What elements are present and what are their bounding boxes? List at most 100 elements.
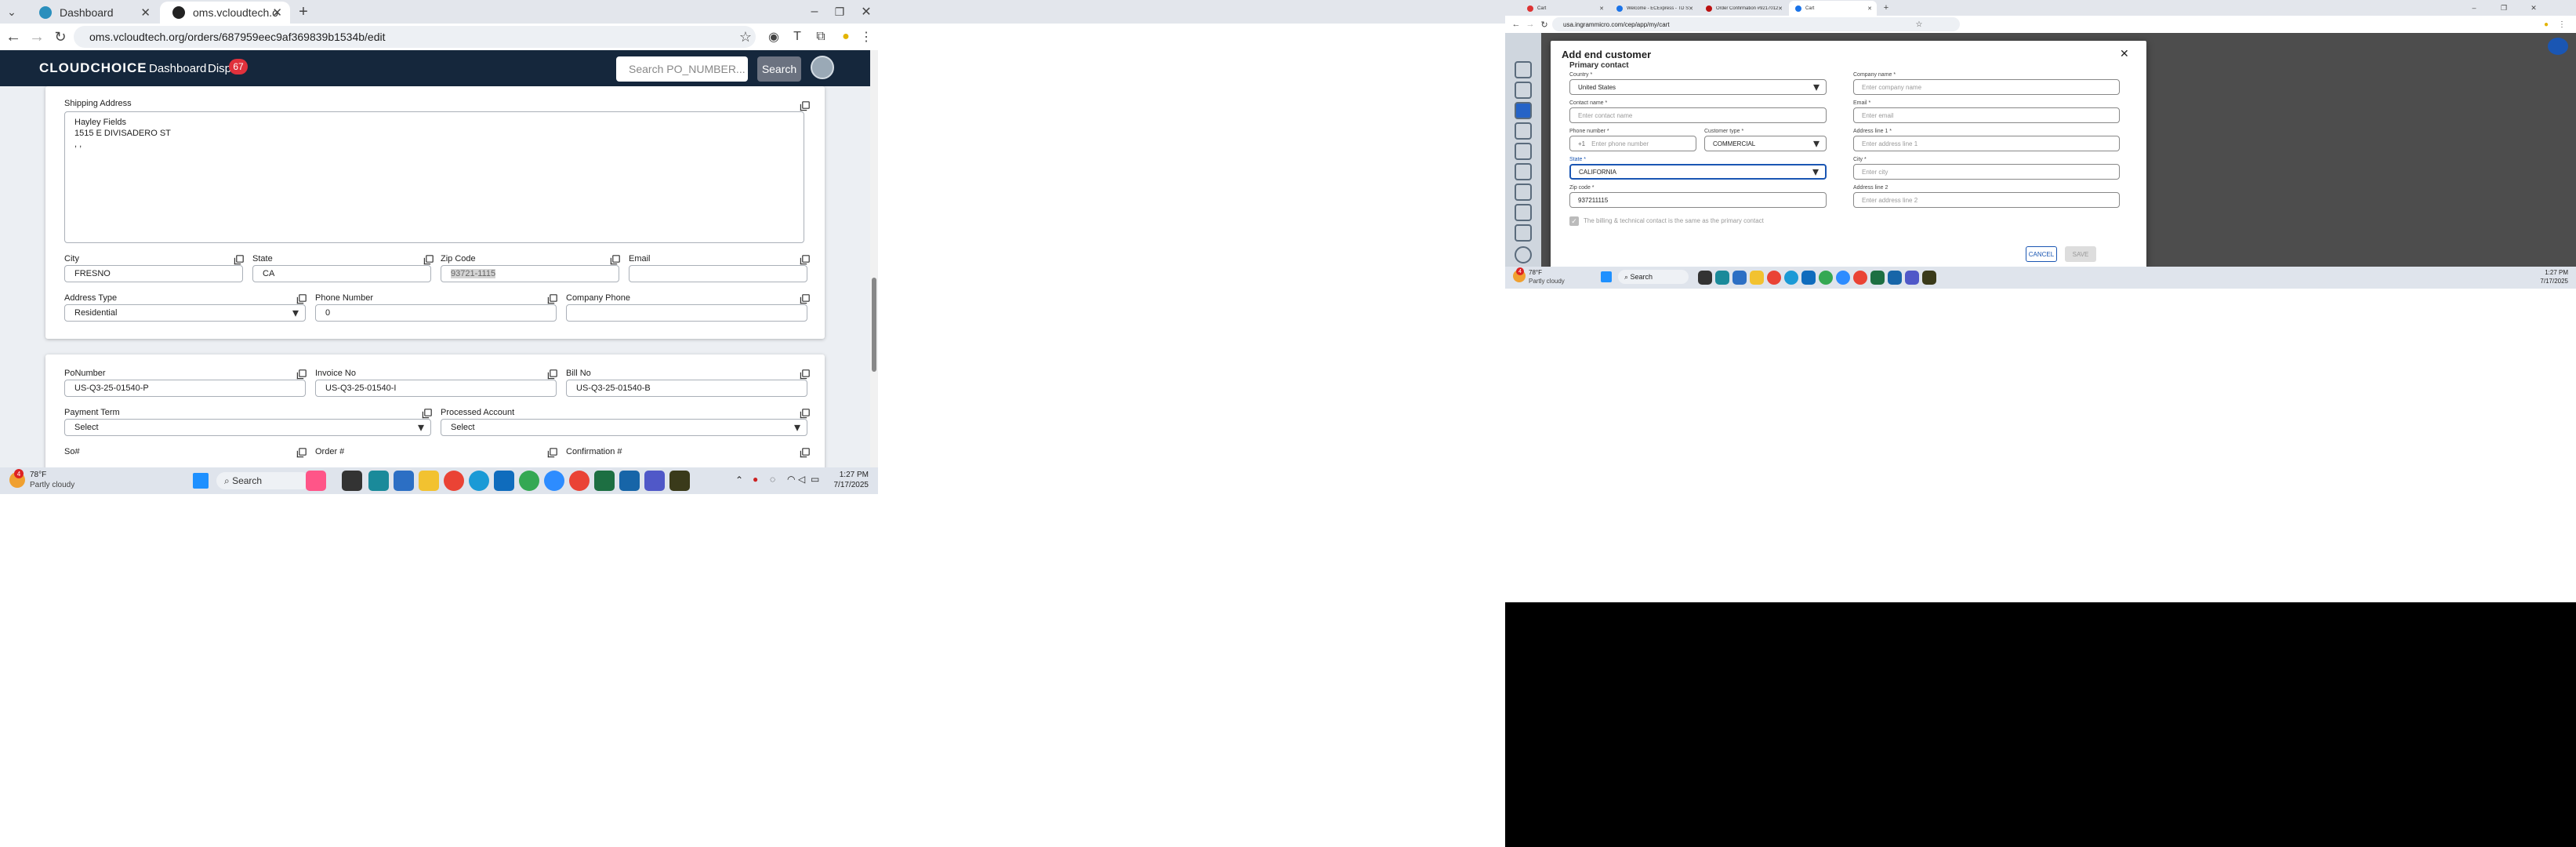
stack-icon[interactable] [1515,163,1532,180]
copy-icon[interactable] [800,409,810,419]
extensions-puzzle-icon[interactable]: ⧉ [811,27,831,47]
outlook-icon[interactable] [494,471,514,491]
bill-input[interactable]: US-Q3-25-01540-B [566,380,807,397]
zoom-icon[interactable] [544,471,564,491]
app-icon[interactable] [1715,271,1729,285]
copy-icon[interactable] [610,255,620,265]
minimize-icon[interactable]: – [2468,2,2480,14]
copy-icon[interactable] [547,448,557,458]
tab-order-confirmation[interactable]: Order Confirmation #9217012 ✕ [1700,1,1787,16]
copy-icon[interactable] [296,294,307,304]
clock-time[interactable]: 1:27 PM [828,471,869,479]
billing-same-checkbox[interactable]: ✓ [1569,216,1579,226]
tag-icon[interactable] [1515,184,1532,201]
copy-icon[interactable] [800,448,810,458]
teams-icon[interactable] [644,471,665,491]
grid-icon[interactable] [1515,122,1532,140]
windows-start-icon[interactable] [193,473,209,489]
close-icon[interactable]: ✕ [1867,5,1872,12]
new-tab-icon[interactable]: + [1880,2,1892,14]
cancel-button[interactable]: CANCEL [2026,246,2057,262]
shipping-address-textarea[interactable]: Hayley Fields 1515 E DIVISADERO ST , , [64,111,804,243]
city-input[interactable]: FRESNO [64,265,243,282]
payment-term-select[interactable]: Select [64,419,431,436]
address-bar[interactable]: oms.vcloudtech.org/orders/687959eec9af36… [74,26,756,48]
box-icon[interactable] [1515,102,1532,119]
tab-cart-active[interactable]: Cart ✕ [1789,1,1877,16]
calculator-icon[interactable] [1732,271,1747,285]
clock-date[interactable]: 7/17/2025 [2521,278,2568,285]
bookmark-star-icon[interactable]: ☆ [1913,18,1925,31]
chrome-icon[interactable] [569,471,590,491]
app-icon[interactable] [669,471,690,491]
close-icon[interactable]: ✕ [1599,5,1604,12]
forward-icon[interactable]: → [27,27,47,47]
windows-start-icon[interactable] [1601,271,1612,282]
bookmark-star-icon[interactable]: ☆ [735,27,756,47]
clock-time[interactable]: 1:27 PM [2524,269,2568,276]
close-icon[interactable]: ✕ [272,5,282,20]
taskbar-search[interactable]: ⌕ Search [1618,270,1689,284]
copy-icon[interactable] [800,101,810,111]
search-button[interactable]: Search [757,56,801,82]
maximize-icon[interactable]: ❐ [829,2,850,22]
battery-icon[interactable]: ▭ [811,474,819,485]
contact-name-input[interactable]: Enter contact name [1569,107,1827,123]
copy-icon[interactable] [800,369,810,380]
copy-icon[interactable] [234,255,244,265]
excel-icon[interactable] [594,471,615,491]
back-icon[interactable]: ← [3,27,24,47]
window-close-icon[interactable]: ✕ [2527,2,2540,14]
edge-icon[interactable] [469,471,489,491]
forward-icon[interactable]: → [1524,18,1537,31]
app-icon[interactable] [1922,271,1936,285]
address-bar[interactable]: usa.ingrammicro.com/cep/app/my/cart [1552,17,1960,31]
close-icon[interactable]: ✕ [1778,5,1783,12]
task-view-icon[interactable] [1698,271,1712,285]
chart-icon[interactable] [1515,82,1532,99]
app-icon[interactable] [368,471,389,491]
extension-icon[interactable]: T [787,27,807,47]
file-explorer-icon[interactable] [419,471,439,491]
tab-cart[interactable]: Cart ✕ [1521,1,1609,16]
company-name-input[interactable]: Enter company name [1853,79,2120,95]
zoom-icon[interactable] [1836,271,1850,285]
copy-icon[interactable] [296,448,307,458]
app-logo[interactable]: CLOUDCHOICE [39,60,147,76]
avatar[interactable] [811,56,834,79]
address-line2-input[interactable]: Enter address line 2 [1853,192,2120,208]
processed-account-select[interactable]: Select [441,419,807,436]
chrome-icon[interactable] [444,471,464,491]
po-number-input[interactable]: US-Q3-25-01540-P [64,380,306,397]
menu-icon[interactable]: ⋮ [2556,18,2568,31]
wifi-icon[interactable]: ◠ [787,474,795,485]
cart-icon[interactable] [1515,224,1532,242]
chevron-up-icon[interactable]: ⌃ [735,474,743,485]
tab-dashboard[interactable]: Dashboard ✕ [27,2,158,24]
minimize-icon[interactable]: – [804,2,825,22]
profile-icon[interactable]: ● [2540,18,2552,31]
close-icon[interactable]: ✕ [140,5,151,20]
new-tab-icon[interactable]: + [293,2,314,22]
country-select[interactable]: United States [1569,79,1827,95]
back-icon[interactable]: ← [1510,18,1522,31]
copy-icon[interactable] [547,294,557,304]
phone-input[interactable]: +1 Enter phone number [1569,136,1696,151]
tab-list-icon[interactable]: ⌄ [2,2,22,22]
nav-dashboard-link[interactable]: Dashboard [149,62,206,75]
copy-icon[interactable] [422,409,432,419]
file-explorer-icon[interactable] [1750,271,1764,285]
address-type-select[interactable]: Residential [64,304,306,322]
task-view-icon[interactable] [342,471,362,491]
calendar-icon[interactable] [1515,204,1532,221]
lightbulb-icon[interactable] [1515,143,1532,160]
company-phone-input[interactable] [566,304,807,322]
email-input[interactable] [629,265,807,282]
close-icon[interactable]: ✕ [1689,5,1693,12]
copy-icon[interactable] [547,369,557,380]
modal-close-icon[interactable]: ✕ [2120,47,2129,60]
zip-input[interactable]: 93721-1115 [441,265,619,282]
zip-code-input[interactable]: 937211115 [1569,192,1827,208]
widget-icon[interactable] [306,471,326,491]
window-close-icon[interactable]: ✕ [856,2,876,22]
